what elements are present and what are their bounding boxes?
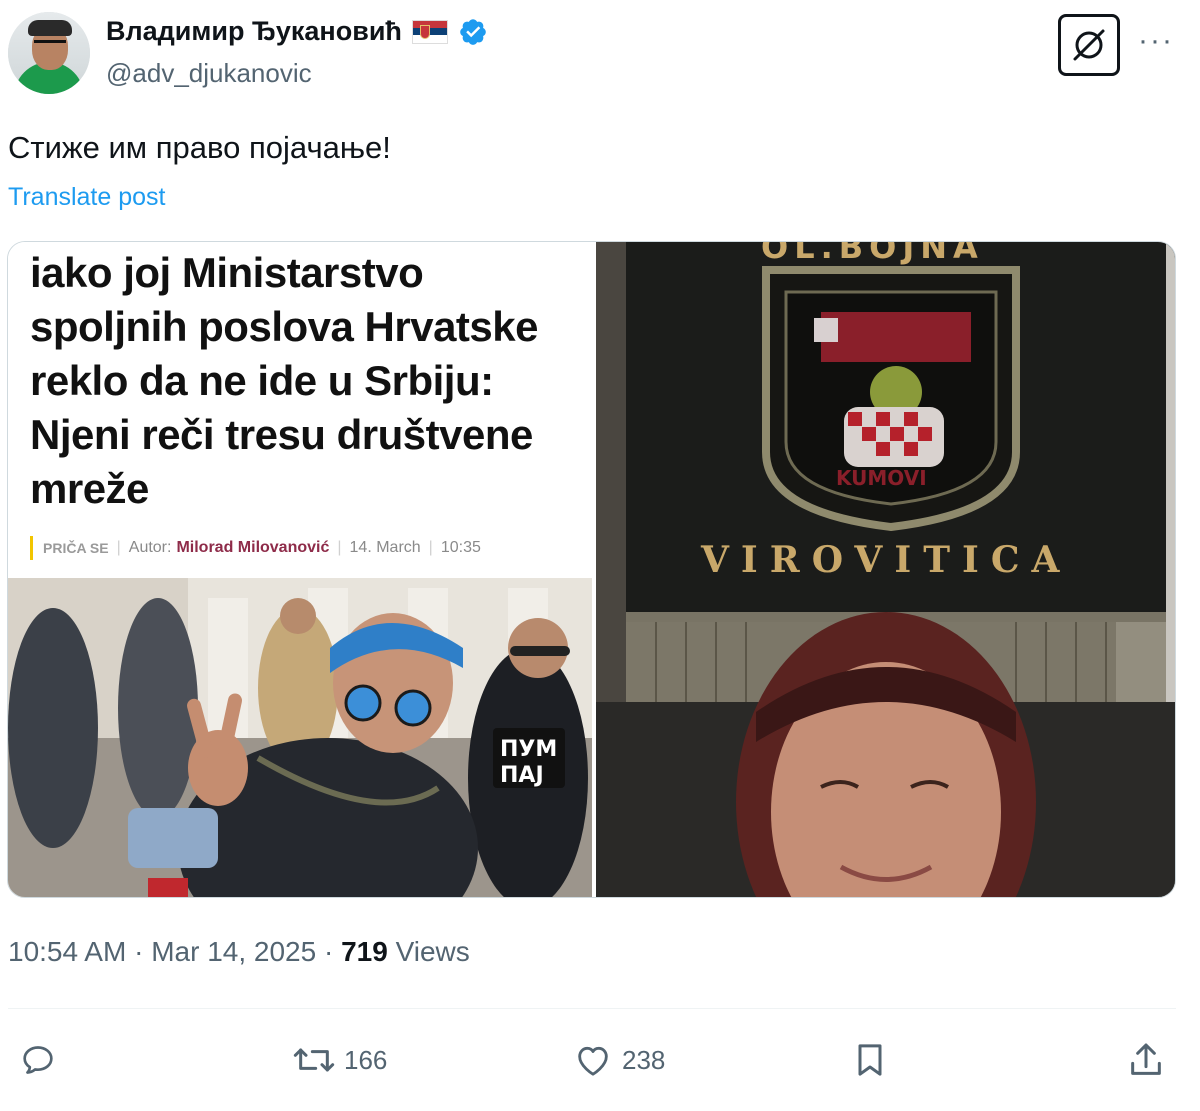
heart-icon [578,1046,608,1076]
post-date[interactable]: Mar 14, 2025 [151,936,316,967]
article-headline: iako joj Ministarstvo spoljnih poslova H… [30,249,539,512]
article-author-label: Autor: [128,539,172,556]
shirt-text-1: ПУМ [500,737,557,762]
repost-icon [293,1048,335,1072]
reply-icon [23,1046,53,1074]
post-time[interactable]: 10:54 AM [8,936,126,967]
shirt-text-2: ПАЈ [500,763,544,788]
media-grid: iako joj Ministarstvo spoljnih poslova H… [7,241,1176,898]
serbian-flag-icon [411,19,448,44]
article-author: Milorad Milovanović [176,539,330,556]
banner-top-text: OL.BOJNA [761,242,984,266]
grok-button[interactable] [1058,14,1120,76]
more-options-icon[interactable]: ··· [1138,26,1174,56]
selfie-photo[interactable]: OL.BOJNA KUMOVI VIROVITICA [596,242,1175,897]
banner-text: VIROVITICA [700,539,1071,581]
repost-button[interactable]: 166 [292,1040,387,1080]
article-time: 10:35 [440,539,481,556]
user-name-row: Владимир Ђукановић [106,16,488,47]
translate-post-link[interactable]: Translate post [8,183,165,212]
post-meta: 10:54 AM · Mar 14, 2025 · 719 Views [8,936,470,967]
badge-text: KUMOVI [836,466,927,490]
avatar[interactable] [8,12,90,94]
article-meta: PRIČA SE | Autor: Milorad Milovanović | … [30,536,481,560]
article-section: PRIČA SE [43,540,109,556]
share-icon [1131,1043,1161,1075]
user-handle[interactable]: @adv_djukanovic [106,58,312,89]
reply-button[interactable] [18,1040,66,1080]
verified-badge-icon [460,18,486,45]
article-date: 14. March [349,539,421,556]
share-button[interactable] [1126,1040,1166,1080]
article-screenshot-image[interactable]: iako joj Ministarstvo spoljnih poslova H… [8,242,592,897]
repost-count: 166 [344,1044,388,1075]
protest-photo: ПУМ ПАЈ [8,578,592,897]
views-label: Views [395,936,470,967]
post-text: Стиже им право појачање! [8,130,391,165]
action-divider [8,1008,1176,1009]
like-count: 238 [622,1044,666,1075]
display-name[interactable]: Владимир Ђукановић [106,16,402,47]
bookmark-button[interactable] [850,1040,890,1080]
bookmark-icon [858,1044,882,1076]
grok-icon [1073,29,1105,61]
like-button[interactable]: 238 [572,1040,665,1080]
views-count: 719 [341,936,388,967]
